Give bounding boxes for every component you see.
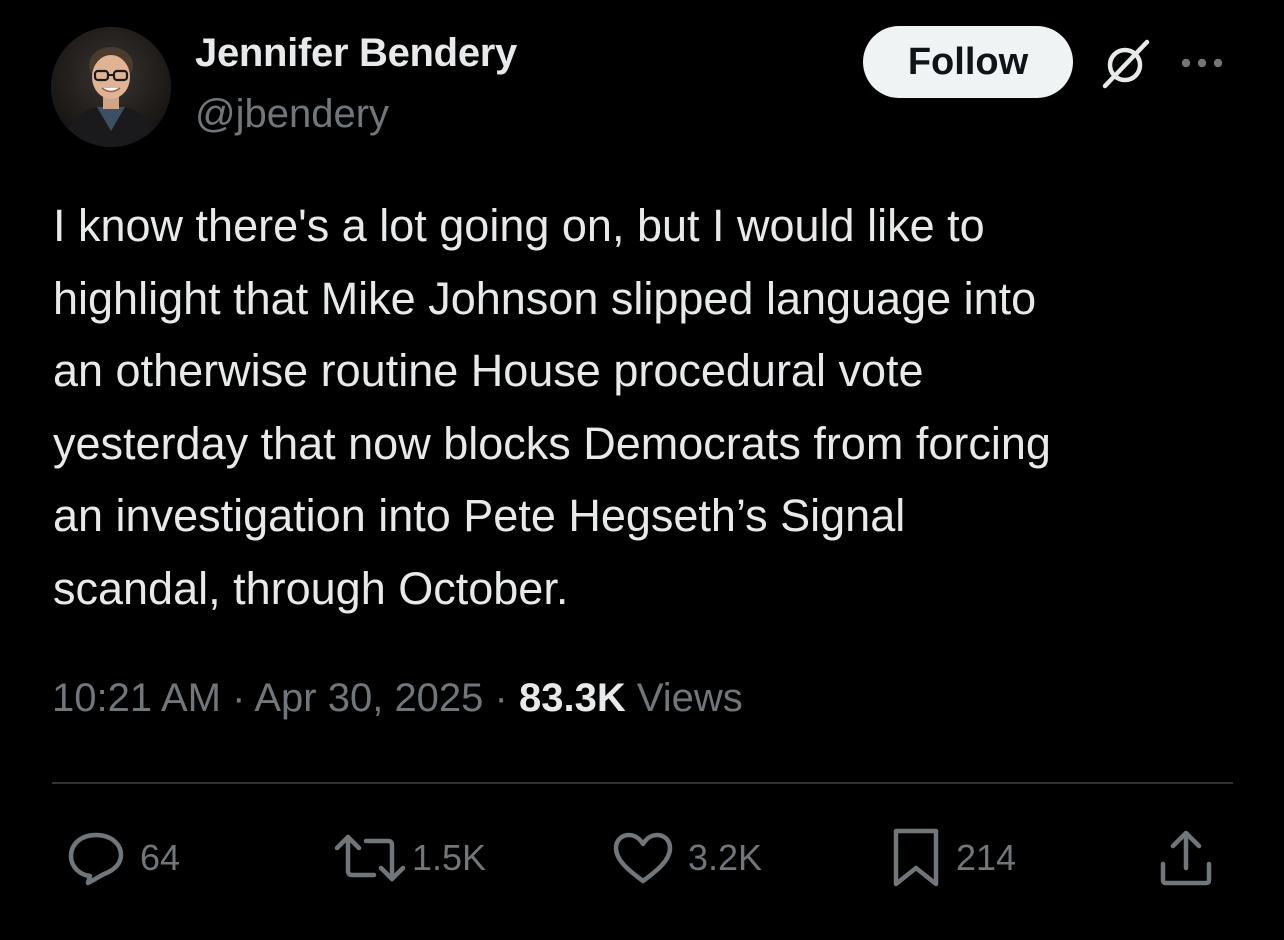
author-display-name[interactable]: Jennifer Bendery	[195, 31, 517, 76]
reply-button[interactable]: 64	[66, 826, 180, 890]
like-button[interactable]: 3.2K	[612, 826, 762, 890]
tweet-card: Jennifer Bendery @jbendery Follow I know…	[0, 0, 1284, 940]
bookmark-count: 214	[956, 837, 1017, 878]
repost-button[interactable]: 1.5K	[334, 826, 486, 890]
avatar-image	[51, 27, 171, 147]
share-button[interactable]	[1156, 826, 1216, 890]
tweet-meta: 10:21 AM · Apr 30, 2025 · 83.3K Views	[52, 676, 743, 721]
divider	[52, 782, 1233, 784]
tweet-text: I know there's a lot going on, but I wou…	[53, 200, 1051, 614]
follow-button[interactable]: Follow	[863, 26, 1073, 98]
views-label: Views	[625, 676, 743, 720]
reply-icon	[68, 832, 124, 886]
grok-icon[interactable]	[1097, 38, 1155, 90]
repost-icon	[334, 834, 406, 882]
author-handle[interactable]: @jbendery	[195, 92, 389, 137]
avatar[interactable]	[51, 27, 171, 147]
tweet-date[interactable]: Apr 30, 2025	[254, 676, 483, 720]
heart-icon	[613, 832, 673, 884]
repost-count: 1.5K	[412, 837, 487, 878]
like-count: 3.2K	[688, 837, 763, 878]
bookmark-button[interactable]: 214	[890, 826, 1016, 890]
share-icon	[1160, 830, 1212, 886]
meta-separator: ·	[483, 676, 519, 720]
bookmark-icon	[893, 828, 939, 887]
views-count[interactable]: 83.3K	[519, 676, 626, 720]
tweet-time[interactable]: 10:21 AM	[52, 676, 221, 720]
reply-count: 64	[140, 837, 181, 878]
meta-separator: ·	[221, 676, 255, 720]
more-options-icon[interactable]	[1178, 55, 1228, 71]
